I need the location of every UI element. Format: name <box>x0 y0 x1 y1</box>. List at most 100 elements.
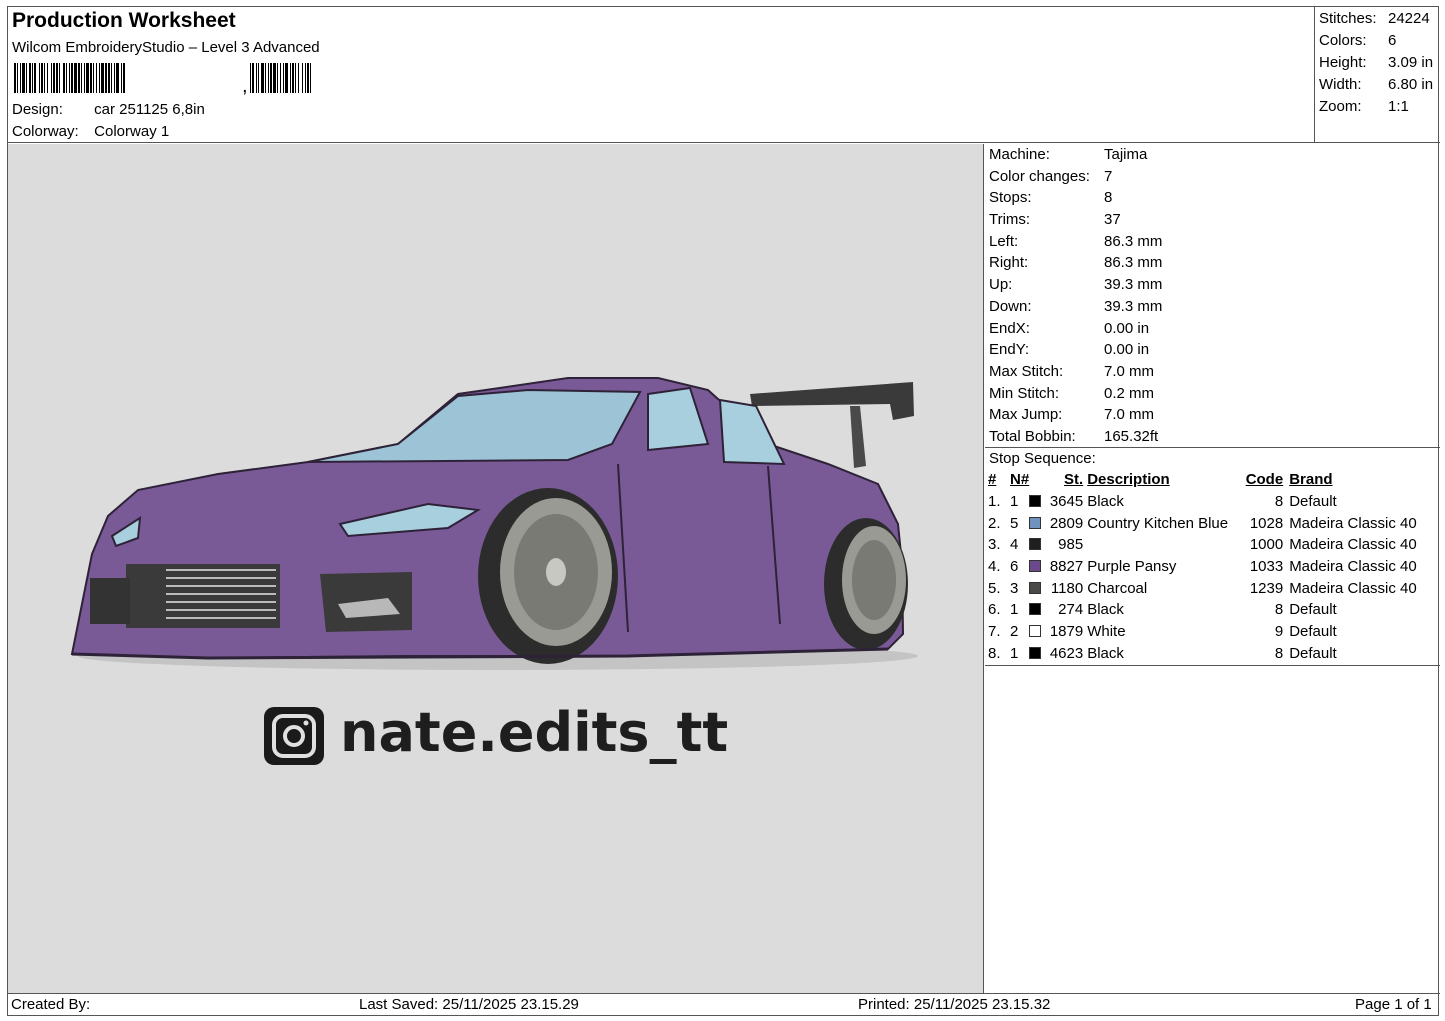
row-needle: 2 <box>1010 623 1019 641</box>
row-needle: 6 <box>1010 558 1019 576</box>
table-row: 7. 2 1879 White 9 Default <box>988 621 1417 643</box>
table-row: 2. 5 2809 Country Kitchen Blue 1028 Madeira C… <box>988 512 1417 534</box>
table-row: 1. 1 3645 Black 8 Default <box>988 491 1417 513</box>
row-needle: 1 <box>1010 644 1019 662</box>
table-row: 6. 1 274 Black 8 Default <box>988 599 1417 621</box>
row-stitches: 1180 <box>1050 579 1084 597</box>
embroidery-design: nate.edits_tt <box>70 377 918 765</box>
info-row: Trims: 37 <box>989 211 1121 229</box>
row-code: 9 <box>1274 623 1284 641</box>
row-needle: 3 <box>1010 579 1019 597</box>
row-description: Purple Pansy <box>1087 558 1177 576</box>
row-swatch <box>1029 534 1045 556</box>
row-brand: Madeira Classic 40 <box>1289 558 1417 576</box>
row-needle: 1 <box>1010 492 1019 510</box>
info-row: EndX: 0.00 in <box>989 319 1150 337</box>
color-swatch <box>1029 625 1042 638</box>
info-row: Max Jump: 7.0 mm <box>989 406 1155 424</box>
colorway-row: Colorway: Colorway 1 <box>12 123 169 140</box>
table-row: 8. 1 4623 Black 8 Default <box>988 642 1417 664</box>
info-row: Max Stitch: 7.0 mm <box>989 362 1155 380</box>
stat-row: Colors: 6 <box>1319 32 1397 49</box>
row-description <box>1087 534 1239 556</box>
row-code: 8 <box>1274 492 1284 510</box>
table-row: 3. 4 985 1000 Madeira Classic 40 <box>988 534 1417 556</box>
divider <box>985 665 1440 666</box>
row-index: 1. <box>988 492 1001 510</box>
stat-row: Width: 6.80 in <box>1319 76 1434 93</box>
machine-info: Machine: Tajima Color changes: 7 Stops: 8 T… <box>985 144 1440 448</box>
col-header-description: Description <box>1087 471 1170 489</box>
stat-row: Height: 3.09 in <box>1319 54 1434 71</box>
row-code: 1239 <box>1249 579 1284 597</box>
design-label: Design: <box>12 101 63 118</box>
instagram-handle-text: nate.edits_tt <box>340 701 728 764</box>
production-worksheet: Production Worksheet Wilcom EmbroiderySt… <box>7 6 1440 1016</box>
row-index: 4. <box>988 558 1001 576</box>
row-stitches: 1879 <box>1049 623 1084 641</box>
row-code: 1033 <box>1249 558 1284 576</box>
col-header-brand: Brand <box>1289 471 1333 489</box>
row-stitches: 4623 <box>1049 644 1084 662</box>
row-stitches: 985 <box>1058 536 1084 554</box>
design-stats: Stitches: 24224 Colors: 6 Height: 3.09 in W… <box>1314 7 1440 143</box>
page-number: Page 1 of 1 <box>1355 996 1432 1013</box>
info-row: EndY: 0.00 in <box>989 341 1150 359</box>
row-swatch <box>1029 642 1045 664</box>
info-row: Total Bobbin: 165.32ft <box>985 426 1440 448</box>
table-row: 5. 3 1180 Charcoal 1239 Madeira Classic 40 <box>988 577 1417 599</box>
color-swatch <box>1029 581 1042 594</box>
col-header-index: # <box>988 471 997 489</box>
info-row: Stops: 8 <box>989 189 1113 207</box>
created-by: Created By: <box>11 996 91 1013</box>
color-swatch <box>1029 560 1042 573</box>
colorway-value: Colorway 1 <box>94 123 170 140</box>
barcode-suffix: , <box>242 75 248 95</box>
stop-sequence-title: Stop Sequence: <box>989 449 1096 467</box>
row-brand: Default <box>1289 492 1337 510</box>
table-row: 4. 6 8827 Purple Pansy 1033 Madeira Classic 4… <box>988 556 1417 578</box>
color-swatch <box>1029 516 1042 529</box>
row-brand: Madeira Classic 40 <box>1289 536 1417 554</box>
worksheet-title: Production Worksheet <box>12 9 236 32</box>
design-row: Design: car 251125 6,8in <box>12 101 205 118</box>
design-preview: nate.edits_tt <box>8 144 984 993</box>
car-illustration <box>70 377 918 670</box>
row-brand: Default <box>1289 623 1337 641</box>
row-description: White <box>1087 623 1126 641</box>
row-code: 8 <box>1274 601 1284 619</box>
row-description: Black <box>1087 601 1124 619</box>
color-swatch <box>1029 646 1042 659</box>
row-index: 8. <box>988 644 1001 662</box>
info-row: Up: 39.3 mm <box>989 276 1163 294</box>
info-row: Down: 39.3 mm <box>989 297 1163 315</box>
color-swatch <box>1029 494 1042 507</box>
row-swatch <box>1029 556 1045 578</box>
stat-row: Zoom: 1:1 <box>1319 98 1409 115</box>
row-needle: 4 <box>1010 536 1019 554</box>
row-brand: Madeira Classic 40 <box>1289 514 1417 532</box>
color-swatch <box>1029 538 1042 551</box>
instagram-icon <box>264 707 324 765</box>
col-header-needle: N# <box>1010 471 1030 489</box>
row-swatch <box>1029 512 1045 534</box>
row-index: 6. <box>988 601 1001 619</box>
software-name: Wilcom EmbroideryStudio – Level 3 Advanc… <box>12 39 320 56</box>
col-header-code: Code <box>1245 471 1284 489</box>
row-index: 2. <box>988 514 1001 532</box>
row-swatch <box>1029 491 1045 513</box>
row-stitches: 8827 <box>1049 558 1084 576</box>
row-brand: Default <box>1289 601 1337 619</box>
row-stitches: 3645 <box>1049 492 1084 510</box>
row-description: Black <box>1087 492 1124 510</box>
row-index: 5. <box>988 579 1001 597</box>
row-swatch <box>1029 599 1045 621</box>
row-brand: Madeira Classic 40 <box>1289 579 1417 597</box>
instagram-handle: nate.edits_tt <box>264 701 728 765</box>
design-value: car 251125 6,8in <box>94 101 205 118</box>
row-code: 1000 <box>1249 536 1284 554</box>
row-needle: 5 <box>1010 514 1019 532</box>
row-stitches: 2809 <box>1049 514 1084 532</box>
info-row: Color changes: 7 <box>989 167 1113 185</box>
info-row: Machine: Tajima <box>989 146 1148 163</box>
